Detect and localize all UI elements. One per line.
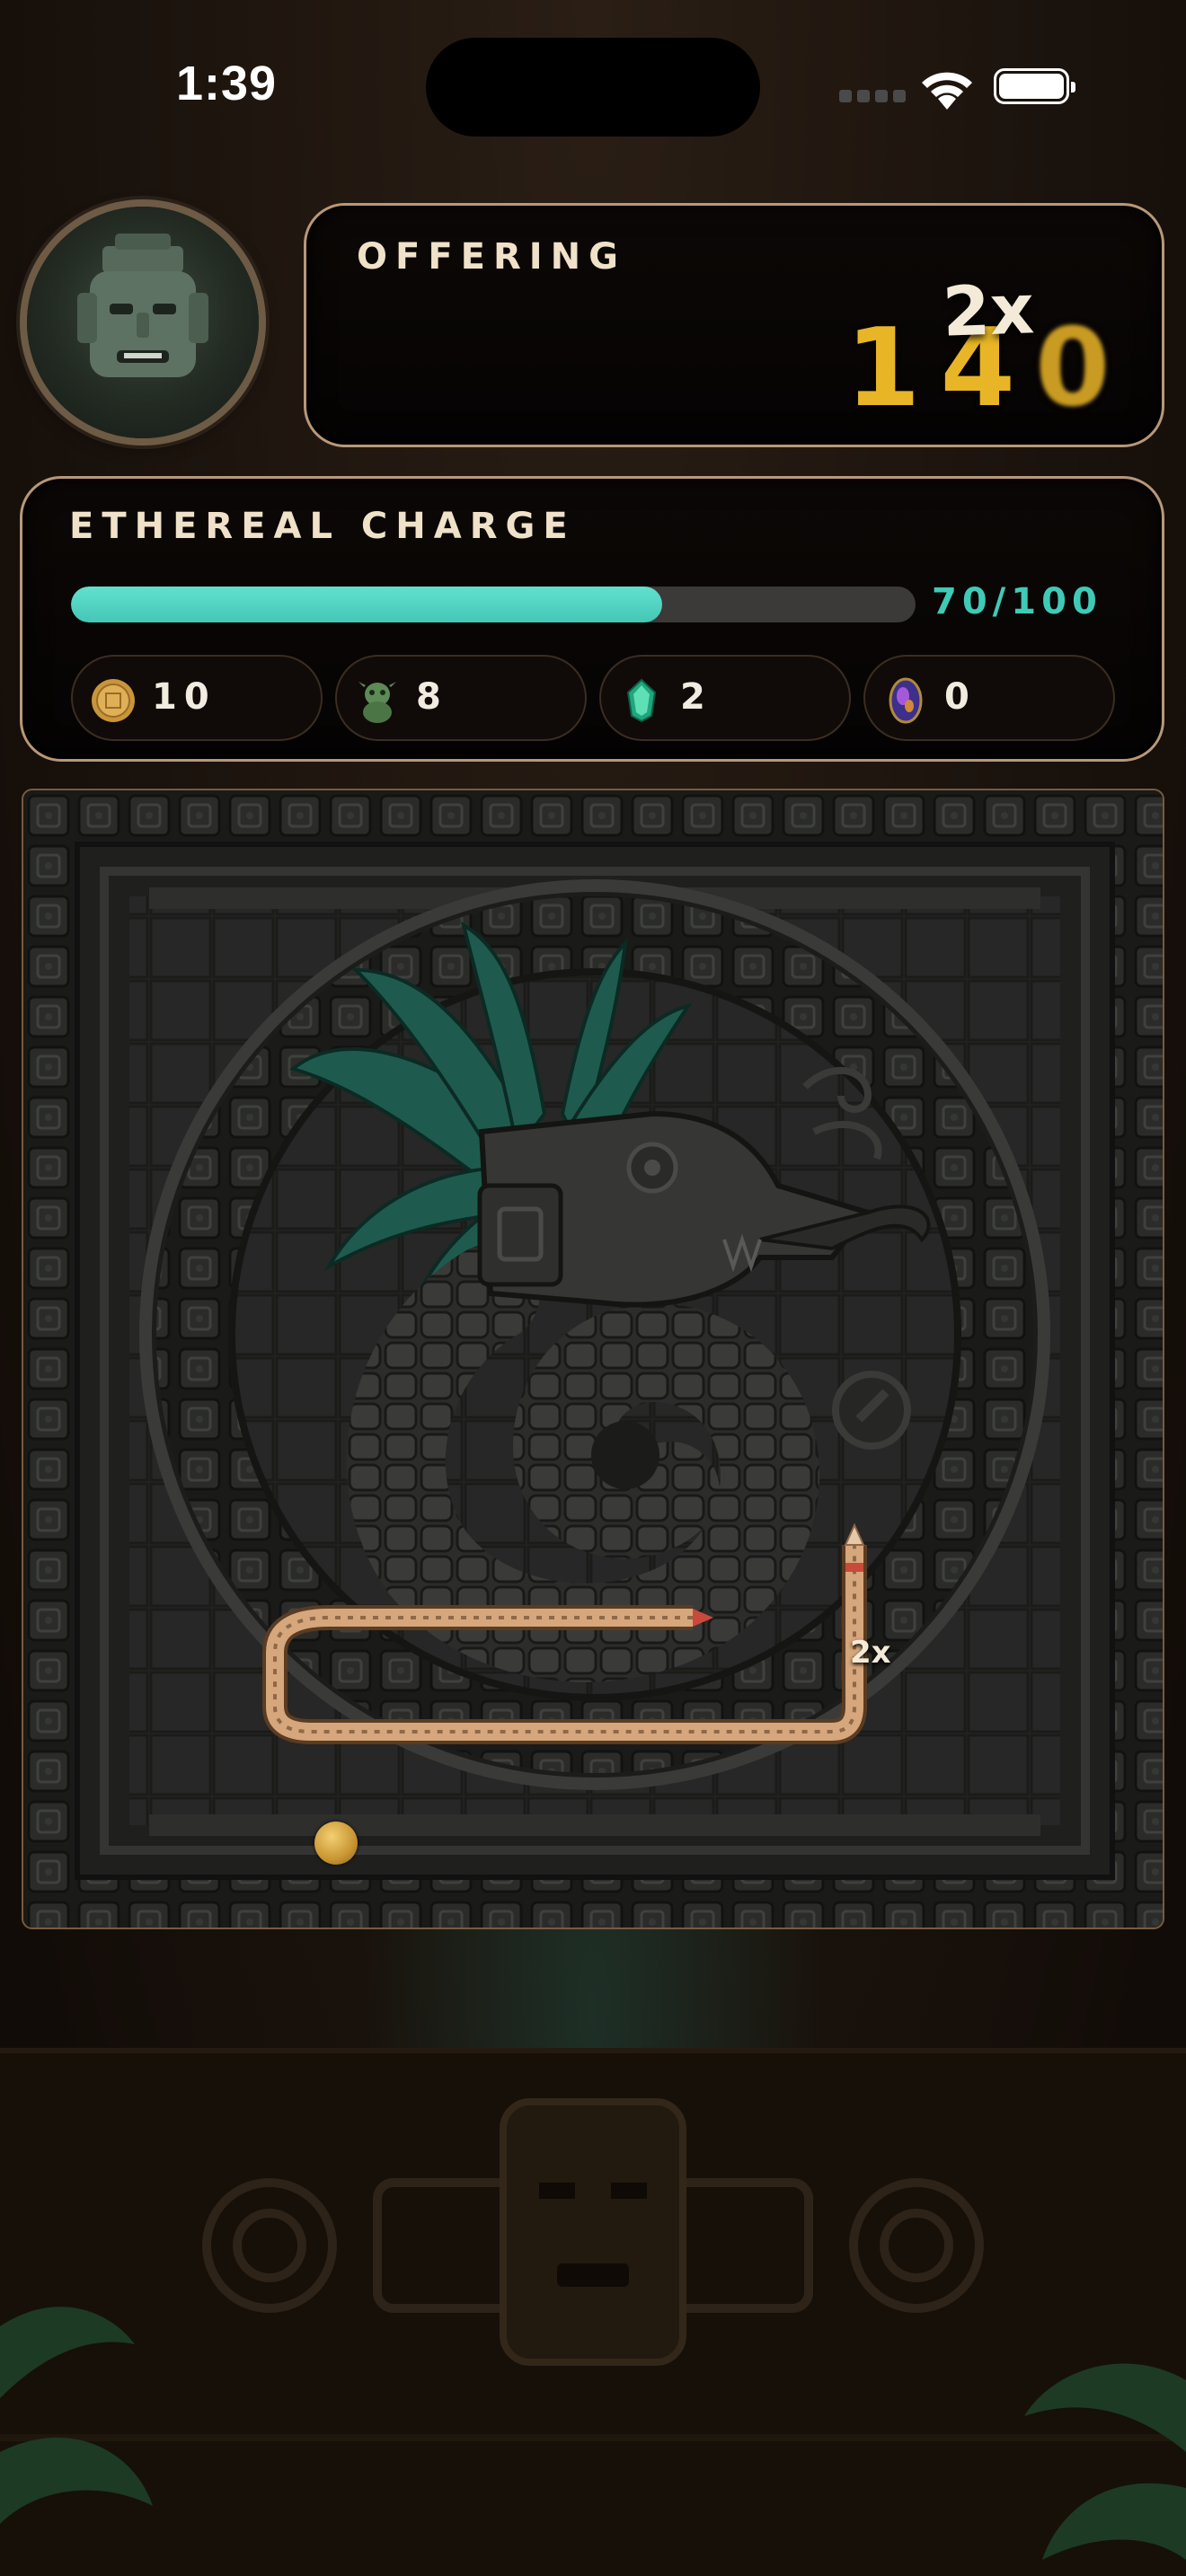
score-digit: 1 — [845, 306, 941, 431]
aztec-mask-icon — [77, 234, 208, 377]
offering-multiplier: 2x — [941, 269, 1036, 352]
ethereal-charge-value: 70/100 — [932, 581, 1102, 622]
dynamic-island — [426, 38, 760, 137]
mask-medallion-avatar[interactable] — [27, 207, 259, 438]
resource-row: 10 8 2 0 — [71, 655, 1115, 741]
resource-count: 0 — [944, 676, 977, 718]
opal-gem-icon — [889, 677, 923, 724]
offering-panel: OFFERING 140 2x — [304, 203, 1164, 447]
serpent-relief-artwork — [23, 790, 1163, 1928]
ethereal-charge-fill — [71, 587, 662, 622]
resource-opal-gem[interactable]: 0 — [863, 655, 1115, 741]
emerald-gem-icon — [626, 678, 657, 723]
gold-coin-pickup — [314, 1822, 358, 1865]
ethereal-charge-panel: ETHEREAL CHARGE 70/100 10 8 2 0 — [20, 476, 1164, 762]
battery-icon — [994, 68, 1075, 104]
game-board[interactable]: 2x — [22, 789, 1164, 1929]
wifi-icon — [922, 72, 972, 110]
ethereal-charge-bar — [71, 587, 916, 622]
jade-idol-icon — [358, 682, 396, 723]
status-time: 1:39 — [176, 57, 278, 110]
resource-gold-coin[interactable]: 10 — [71, 655, 323, 741]
resource-count: 2 — [680, 676, 712, 718]
resource-count: 8 — [416, 676, 448, 718]
snake-multiplier-label: 2x — [850, 1635, 891, 1671]
temple-wall-relief — [0, 2048, 1186, 2576]
resource-jade-idol[interactable]: 8 — [335, 655, 587, 741]
offering-title: OFFERING — [357, 236, 626, 278]
gold-coin-icon — [92, 679, 135, 722]
resource-emerald-gem[interactable]: 2 — [599, 655, 851, 741]
ethereal-charge-title: ETHEREAL CHARGE — [69, 506, 576, 547]
resource-count: 10 — [152, 676, 217, 718]
score-digit: 0 — [1035, 306, 1130, 431]
cellular-signal-icon — [839, 90, 906, 102]
